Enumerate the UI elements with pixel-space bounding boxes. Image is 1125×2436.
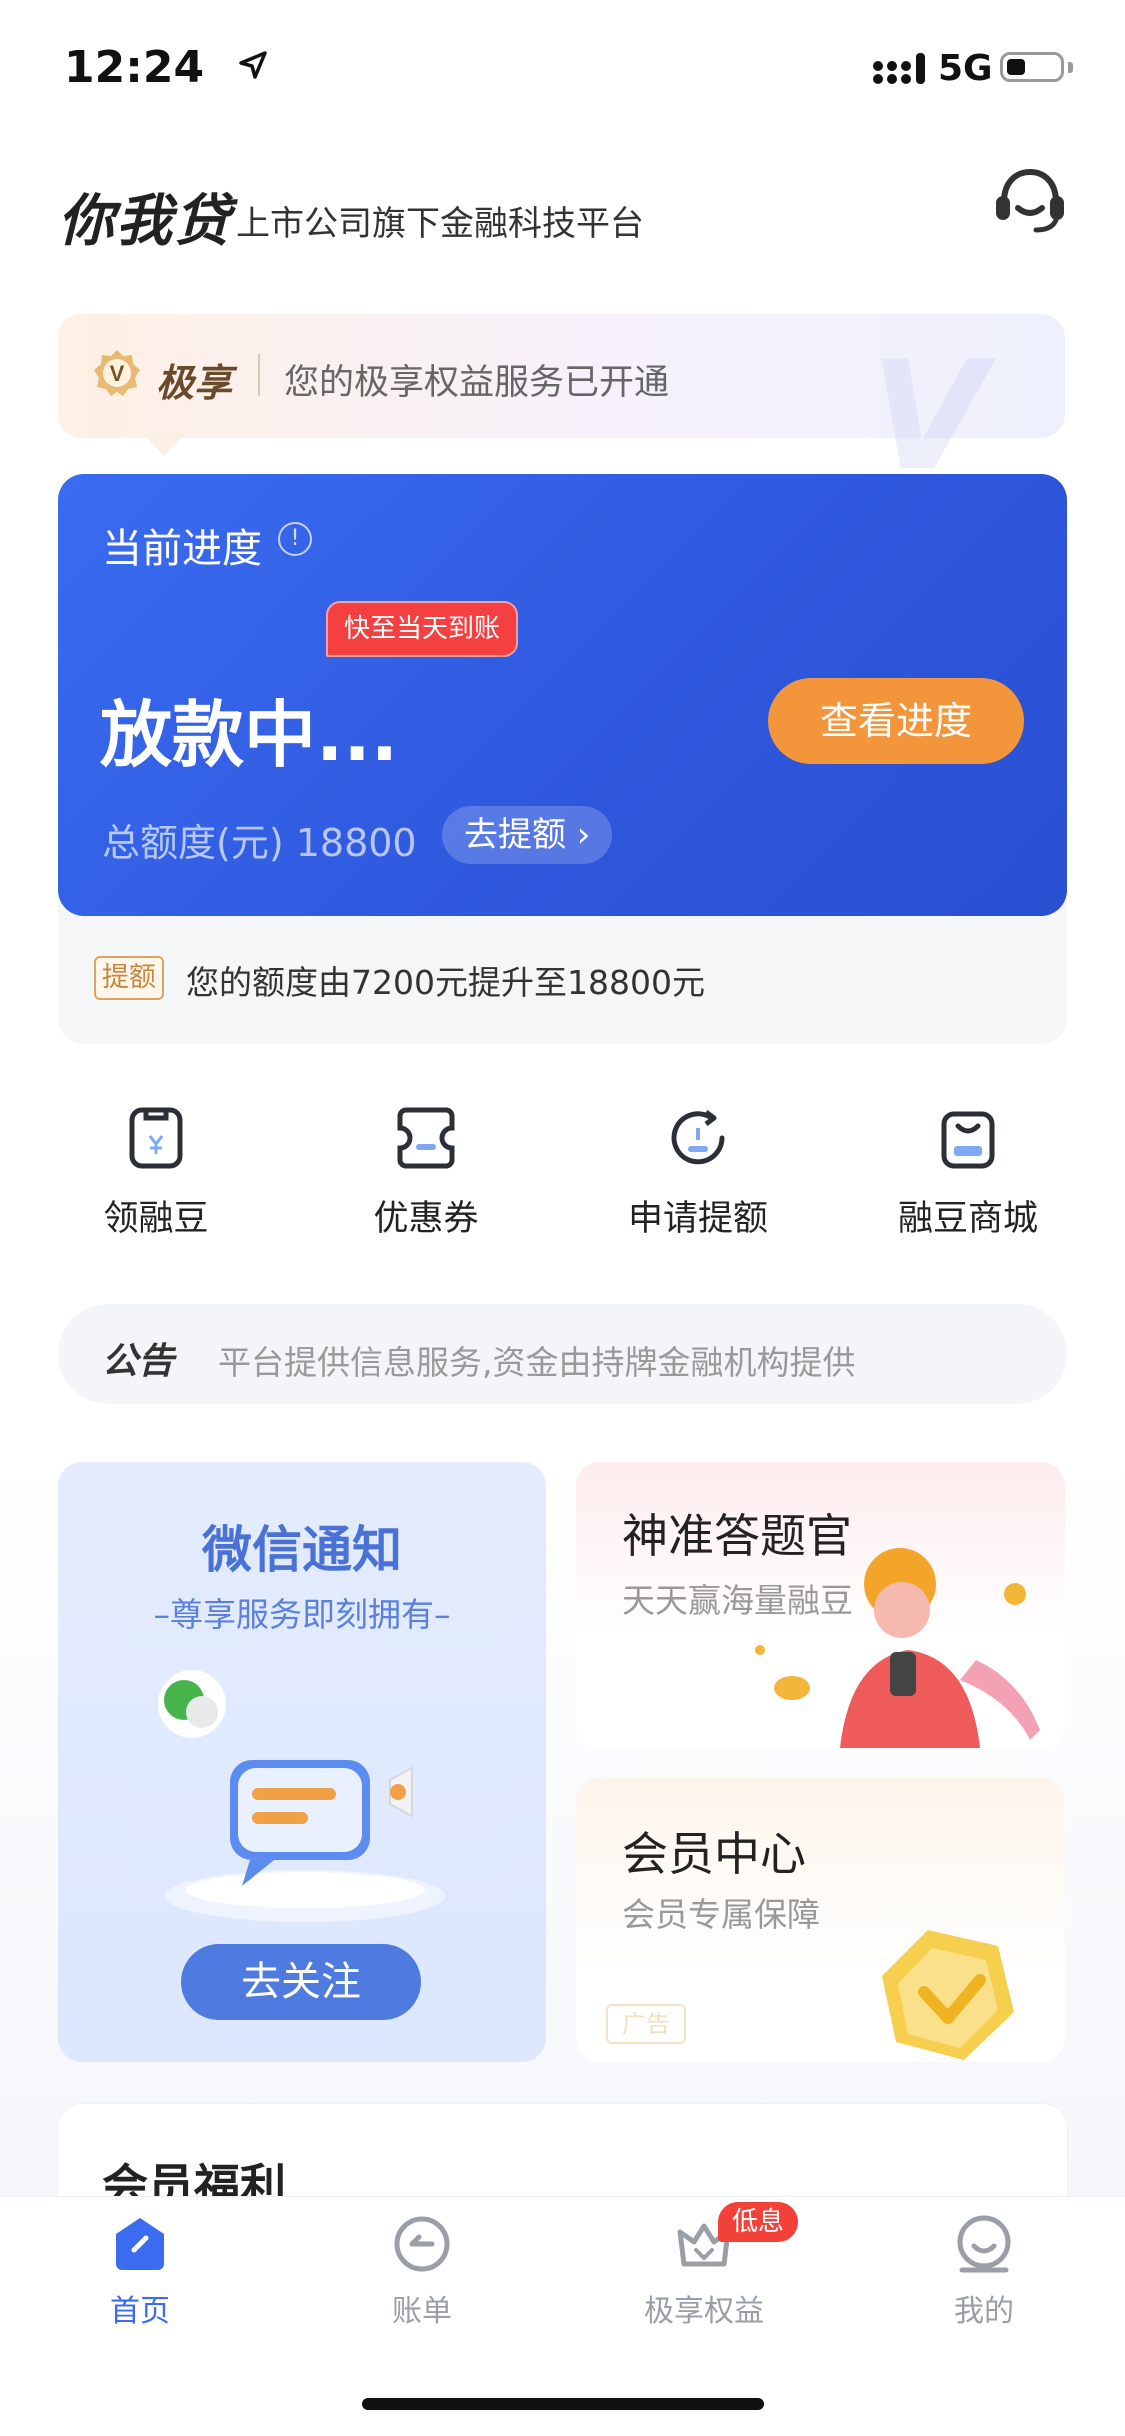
quick-action-label: 申请提额 xyxy=(627,1199,768,1239)
quick-action-label: 领融豆 xyxy=(103,1199,209,1239)
raise-limit-button[interactable]: 去提额 › xyxy=(442,806,613,864)
tab-label: 极享权益 xyxy=(644,2294,764,2329)
raise-limit-icon xyxy=(671,1110,725,1165)
chevron-right-icon: › xyxy=(566,815,591,855)
loan-status: 放款中... xyxy=(100,693,399,777)
raise-limit-label: 去提额 xyxy=(464,815,566,855)
shield-check-icon xyxy=(882,1930,1014,2060)
battery-tip xyxy=(1068,62,1073,73)
total-limit: 总额度(元) 18800 xyxy=(102,821,417,865)
location-arrow-icon xyxy=(239,51,267,79)
vip-text: 您的极享权益服务已开通 xyxy=(284,363,670,403)
progress-label: 当前进度 xyxy=(102,526,262,572)
brand-subtitle: 上市公司旗下金融科技平台 xyxy=(236,204,644,244)
quick-action-raise-limit[interactable]: 申请提额 xyxy=(598,1106,798,1241)
tab-bill[interactable]: 账单 xyxy=(322,2214,522,2330)
quick-action-coupon[interactable]: 优惠券 xyxy=(326,1106,526,1241)
status-time: 12:24 xyxy=(64,42,205,93)
tab-profile[interactable]: 我的 xyxy=(884,2214,1084,2330)
svg-text:V: V xyxy=(110,361,125,386)
notice-text: 平台提供信息服务,资金由持牌金融机构提供 xyxy=(218,1343,856,1382)
raise-tip-text: 您的额度由7200元提升至18800元 xyxy=(186,963,705,1002)
tab-label: 账单 xyxy=(392,2294,452,2329)
bill-icon xyxy=(394,2216,450,2272)
vip-banner-tail xyxy=(142,432,186,456)
vip-divider xyxy=(258,354,260,396)
brand-logo: 你我贷 xyxy=(58,189,232,254)
tab-home[interactable]: 首页 xyxy=(40,2214,240,2330)
profile-icon xyxy=(957,2215,1011,2273)
wechat-card-subtitle: –尊享服务即刻拥有– xyxy=(153,1595,451,1634)
tab-label: 首页 xyxy=(110,2294,170,2329)
info-icon[interactable]: ! xyxy=(278,522,312,556)
signal-icon xyxy=(873,53,925,84)
quiz-character-illustration xyxy=(755,1548,1040,1748)
vip-badge-icon: V xyxy=(94,350,140,396)
quick-action-beans[interactable]: 领融豆 xyxy=(56,1106,256,1241)
quiz-card-title: 神准答题官 xyxy=(622,1509,852,1563)
member-card-subtitle: 会员专属保障 xyxy=(622,1895,820,1934)
shop-bag-icon xyxy=(941,1111,995,1169)
quick-action-label: 优惠券 xyxy=(373,1199,479,1239)
wechat-card-title: 微信通知 xyxy=(202,1521,402,1579)
network-label: 5G xyxy=(938,48,993,89)
member-card-title: 会员中心 xyxy=(622,1827,806,1881)
vip-title: 极享 xyxy=(156,361,233,405)
home-icon xyxy=(116,2218,164,2270)
quick-action-shop[interactable]: 融豆商城 xyxy=(868,1106,1068,1241)
home-indicator xyxy=(362,2398,764,2410)
ad-tag: 广告 xyxy=(606,2004,686,2044)
battery-icon xyxy=(1000,52,1064,82)
fast-arrival-tag: 快至当天到账 xyxy=(326,601,519,657)
low-interest-badge: 低息 xyxy=(718,2202,799,2242)
coupon-icon xyxy=(397,1107,455,1169)
check-progress-button[interactable]: 查看进度 xyxy=(768,678,1024,764)
raise-tag: 提额 xyxy=(94,956,164,1000)
quiz-card-subtitle: 天天赢海量融豆 xyxy=(622,1581,853,1620)
tab-label: 我的 xyxy=(954,2294,1014,2329)
follow-button[interactable]: 去关注 xyxy=(181,1944,421,2020)
customer-service-icon[interactable] xyxy=(992,166,1068,236)
wechat-chat-illustration xyxy=(158,1670,445,1922)
bean-icon xyxy=(129,1107,183,1169)
quick-action-label: 融豆商城 xyxy=(897,1199,1038,1239)
notice-title: 公告 xyxy=(102,1341,175,1382)
